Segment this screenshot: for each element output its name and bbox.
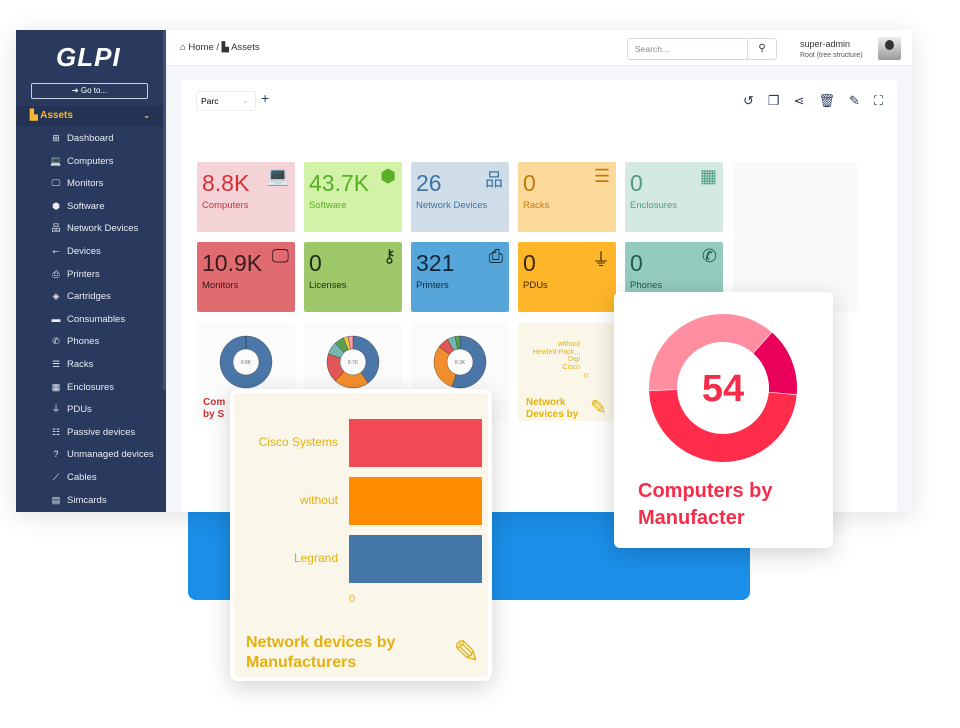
computers-by-manufacturer-popup: 54 Computers by Manufacter <box>614 292 833 548</box>
donut-center-value: 54 <box>702 368 744 410</box>
bar-legrand[interactable] <box>349 535 482 583</box>
mini-donut-center: 8.8K <box>241 360 252 366</box>
mini-donut-slice <box>433 346 457 387</box>
popup-title: Network devices by Manufacturers <box>246 634 396 671</box>
popup-title: Computers by Manufacter <box>638 480 773 529</box>
bar-without[interactable] <box>349 477 482 525</box>
edit-icon[interactable]: ✎ <box>453 633 480 671</box>
bar-cisco-systems[interactable] <box>349 419 482 467</box>
axis-zero: 0 <box>349 593 356 605</box>
manufacturer-donut: 54 <box>649 314 797 462</box>
network-devices-popup: Cisco Systems without Legrand 0 Network dev… <box>230 389 492 681</box>
bar-label: Cisco Systems <box>258 435 338 449</box>
bar-label: Legrand <box>293 551 338 565</box>
mini-donut-center: 8.3K <box>455 360 466 366</box>
bar-label: without <box>299 493 338 507</box>
mini-donut-center: 8.7K <box>348 360 359 366</box>
